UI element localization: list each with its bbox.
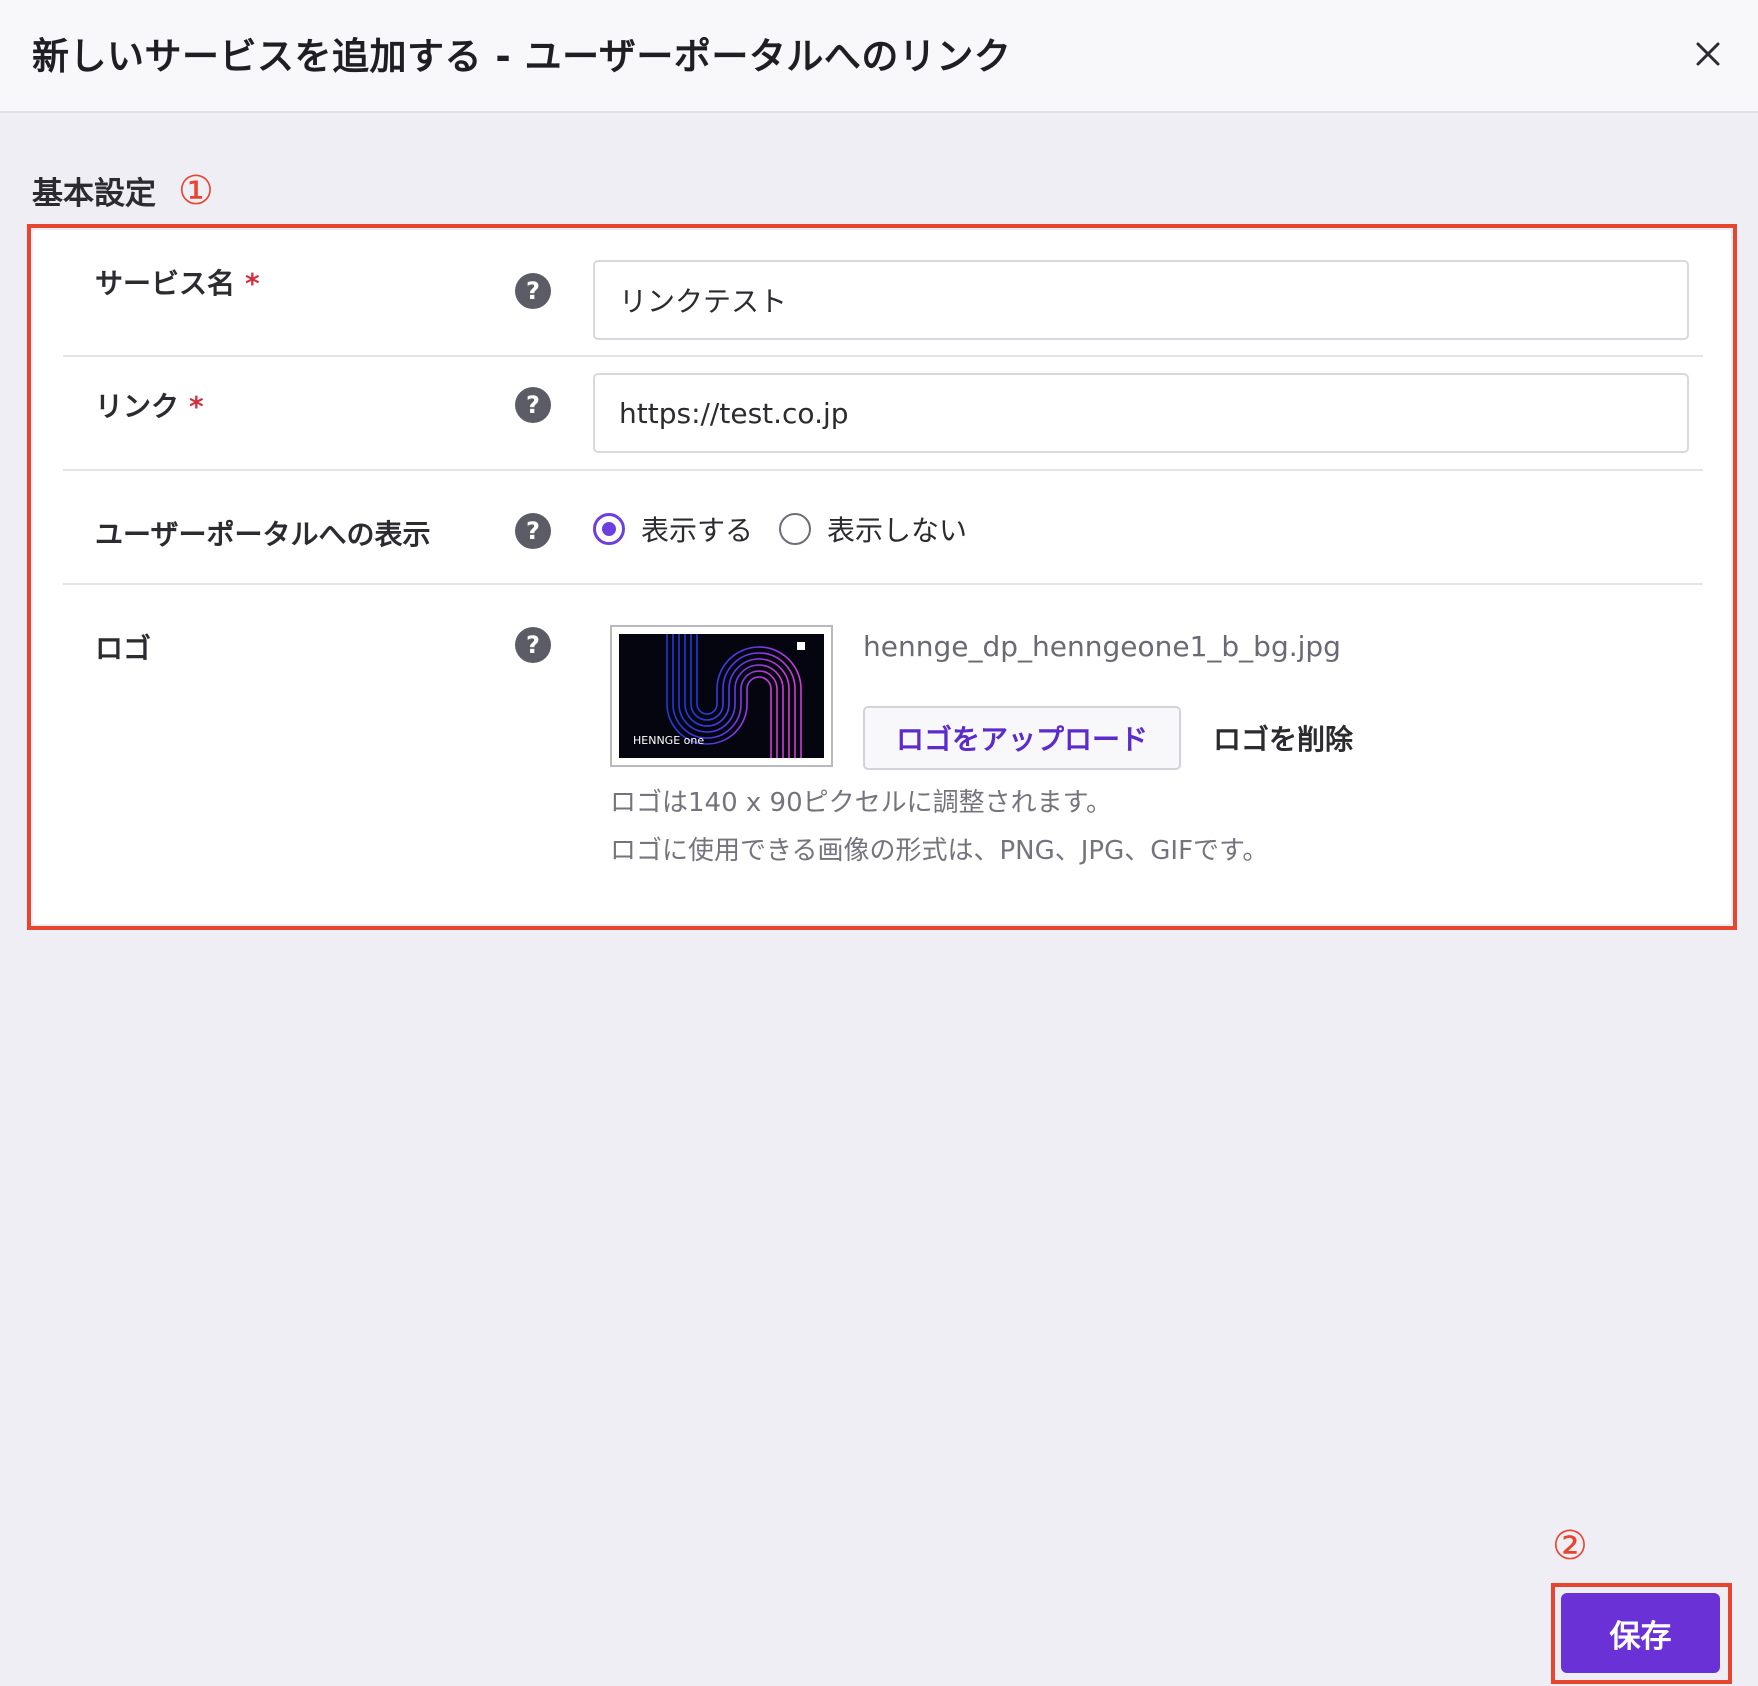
close-icon (1696, 42, 1720, 66)
dialog-header: 新しいサービスを追加する - ユーザーポータルへのリンク (0, 0, 1758, 113)
annotation-box-1 (27, 224, 1737, 930)
section-title: 基本設定 (32, 176, 156, 212)
annotation-marker-2: ② (1552, 1523, 1588, 1569)
save-button[interactable]: 保存 (1561, 1593, 1720, 1673)
dialog-title: 新しいサービスを追加する - ユーザーポータルへのリンク (32, 35, 1012, 78)
close-button[interactable] (1684, 30, 1732, 78)
annotation-marker-1: ① (178, 167, 214, 214)
section-heading: 基本設定 ① (32, 168, 214, 213)
